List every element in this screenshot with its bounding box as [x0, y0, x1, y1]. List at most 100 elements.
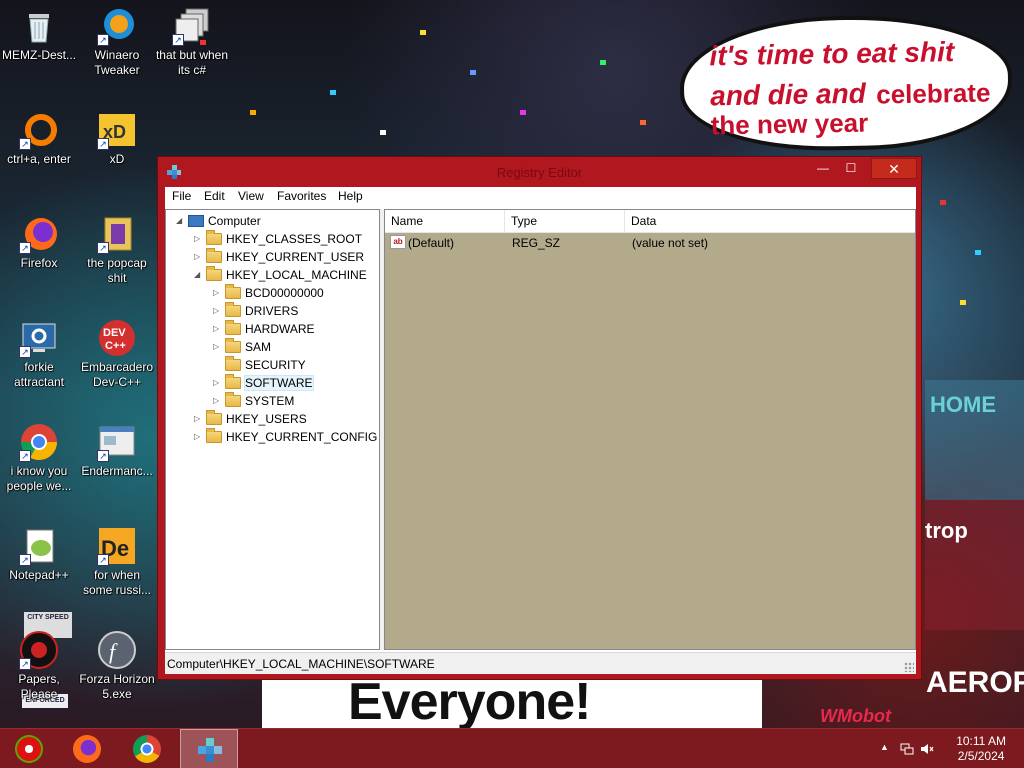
- expand-icon[interactable]: ▷: [194, 410, 204, 428]
- tree-node-computer[interactable]: ◢ Computer: [176, 212, 261, 230]
- menu-favorites[interactable]: Favorites: [277, 189, 326, 203]
- tree-node-hku[interactable]: ▷ HKEY_USERS: [194, 410, 307, 428]
- desktop-icon-endermanch[interactable]: ↗ Endermanc...: [79, 416, 155, 516]
- tree-node-software[interactable]: ▷ SOFTWARE: [213, 374, 314, 392]
- desktop-icon-devcpp[interactable]: DEV C++ Embarcadero Dev-C++: [79, 312, 155, 412]
- shortcut-arrow-icon: ↗: [19, 138, 31, 150]
- volume-muted-icon[interactable]: [920, 742, 934, 759]
- desktop-icon-ctrl-a[interactable]: ↗ ctrl+a, enter: [1, 104, 77, 204]
- tree-node-hkcr[interactable]: ▷ HKEY_CLASSES_ROOT: [194, 230, 362, 248]
- desktop-icon-popcap[interactable]: ↗ the popcap shit: [79, 208, 155, 308]
- column-header-type[interactable]: Type: [505, 210, 625, 233]
- desktop-icon-memz[interactable]: MEMZ-Dest...: [1, 0, 77, 100]
- taskbar-app-regedit[interactable]: [180, 729, 238, 768]
- column-header-name[interactable]: Name: [385, 210, 505, 233]
- folder-icon: [206, 230, 222, 245]
- taskbar-app-memz[interactable]: [0, 729, 58, 768]
- menu-edit[interactable]: Edit: [204, 189, 225, 203]
- tree-node-system[interactable]: ▷ SYSTEM: [213, 392, 294, 410]
- settings-monitor-icon: ↗: [19, 318, 59, 358]
- tree-node-hkcc[interactable]: ▷ HKEY_CURRENT_CONFIG: [194, 428, 377, 446]
- desktop-icon-label: Notepad++: [9, 568, 69, 582]
- confetti: [640, 120, 646, 125]
- expand-icon[interactable]: ▷: [213, 374, 223, 392]
- status-path: Computer\HKEY_LOCAL_MACHINE\SOFTWARE: [167, 657, 435, 671]
- collapse-icon[interactable]: ◢: [176, 212, 186, 230]
- title-bar[interactable]: Registry Editor — ☐ ✕: [158, 157, 921, 187]
- value-list[interactable]: Name Type Data ab (Default) REG_SZ (valu…: [384, 209, 916, 650]
- devcpp-icon: DEV C++: [97, 318, 137, 358]
- everyone-banner: Everyone!: [262, 672, 762, 728]
- folder-icon: [225, 302, 241, 317]
- tree-node-sam[interactable]: ▷ SAM: [213, 338, 271, 356]
- key-tree[interactable]: ◢ Computer ▷ HKEY_CLASSES_ROOT ▷ HKEY_CURRE…: [165, 209, 380, 650]
- folder-open-icon: [206, 266, 222, 281]
- recycle-bin-icon: [19, 6, 59, 46]
- tree-node-security[interactable]: SECURITY: [213, 356, 306, 374]
- shortcut-arrow-icon: ↗: [97, 34, 109, 46]
- expand-icon[interactable]: ▷: [194, 428, 204, 446]
- clock[interactable]: 10:11 AM 2/5/2024: [956, 734, 1006, 764]
- menu-help[interactable]: Help: [338, 189, 363, 203]
- maximize-button[interactable]: ☐: [838, 158, 864, 179]
- desktop-icon-papers-please[interactable]: ↗ Papers, Please: [1, 624, 77, 724]
- resize-grip-icon[interactable]: [904, 662, 914, 672]
- list-row[interactable]: ab (Default) REG_SZ (value not set): [385, 234, 915, 252]
- desktop-icon-xd[interactable]: xD ↗ xD: [79, 104, 155, 204]
- desktop-icon-winaero[interactable]: ↗ Winaero Tweaker: [79, 0, 155, 100]
- menu-file[interactable]: File: [172, 189, 191, 203]
- desktop-icon-label: xD: [109, 152, 125, 166]
- window-title: Registry Editor: [496, 165, 583, 180]
- expand-icon[interactable]: ▷: [213, 392, 223, 410]
- trop-sign: trop: [925, 518, 968, 543]
- list-header: Name Type Data: [385, 210, 915, 233]
- collapse-icon[interactable]: ◢: [194, 266, 204, 284]
- client-area: ◢ Computer ▷ HKEY_CLASSES_ROOT ▷ HKEY_CURRE…: [165, 207, 916, 674]
- de-icon: De ↗: [97, 526, 137, 566]
- expand-icon[interactable]: ▷: [194, 230, 204, 248]
- expand-icon[interactable]: ▷: [213, 302, 223, 320]
- taskbar-app-firefox[interactable]: [58, 729, 116, 768]
- tree-node-hklm[interactable]: ◢ HKEY_LOCAL_MACHINE: [194, 266, 367, 284]
- expand-icon[interactable]: ▷: [213, 320, 223, 338]
- shortcut-arrow-icon: ↗: [97, 242, 109, 254]
- speech-bubble: it's time to eat shit and die and celebr…: [678, 13, 1014, 153]
- desktop-icon-chrome[interactable]: ↗ i know you people we...: [1, 416, 77, 516]
- desktop-icon-label: Papers, Please: [18, 672, 60, 701]
- expand-icon[interactable]: ▷: [213, 284, 223, 302]
- folder-icon: [206, 248, 222, 263]
- desktop-icon-label: Forza Horizon 5.exe: [79, 672, 155, 701]
- desktop-icon-firefox[interactable]: ↗ Firefox: [1, 208, 77, 308]
- taskbar: ▲ 10:11 AM 2/5/2024: [0, 728, 1024, 768]
- desktop-icon-label: Winaero Tweaker: [94, 48, 140, 77]
- bubble-line-1: it's time to eat shit: [709, 36, 955, 72]
- tree-node-hkcu[interactable]: ▷ HKEY_CURRENT_USER: [194, 248, 364, 266]
- desktop-icon-csharp[interactable]: ↗ that but when its c#: [154, 0, 230, 100]
- desktop-icon-de[interactable]: De ↗ for when some russi...: [79, 520, 155, 620]
- desktop-icon-label: forkie attractant: [13, 360, 65, 389]
- network-icon[interactable]: [900, 742, 914, 759]
- desktop-icon-forza[interactable]: f Forza Horizon 5.exe: [79, 624, 155, 724]
- clock-time: 10:11 AM: [956, 734, 1006, 748]
- popcap-icon: ↗: [97, 214, 137, 254]
- desktop-icon-notepadpp[interactable]: ↗ Notepad++: [1, 520, 77, 620]
- winaero-icon: ↗: [97, 6, 137, 46]
- taskbar-app-chrome[interactable]: [118, 729, 176, 768]
- desktop-icon-forkie[interactable]: ↗ forkie attractant: [1, 312, 77, 412]
- column-header-data[interactable]: Data: [625, 210, 917, 233]
- menu-view[interactable]: View: [238, 189, 264, 203]
- tree-node-bcd[interactable]: ▷ BCD00000000: [213, 284, 324, 302]
- shortcut-arrow-icon: ↗: [97, 554, 109, 566]
- bubble-line-2b: celebrate: [875, 77, 991, 110]
- confetti: [330, 90, 336, 95]
- minimize-button[interactable]: —: [810, 158, 836, 179]
- folder-icon: [225, 338, 241, 353]
- tree-node-drivers[interactable]: ▷ DRIVERS: [213, 302, 298, 320]
- close-button[interactable]: ✕: [871, 158, 917, 179]
- expand-icon[interactable]: ▷: [213, 338, 223, 356]
- tree-node-hardware[interactable]: ▷ HARDWARE: [213, 320, 315, 338]
- tray-overflow-chevron-icon[interactable]: ▲: [880, 742, 889, 752]
- folder-icon: [206, 410, 222, 425]
- flash-icon: f: [97, 630, 137, 670]
- expand-icon[interactable]: ▷: [194, 248, 204, 266]
